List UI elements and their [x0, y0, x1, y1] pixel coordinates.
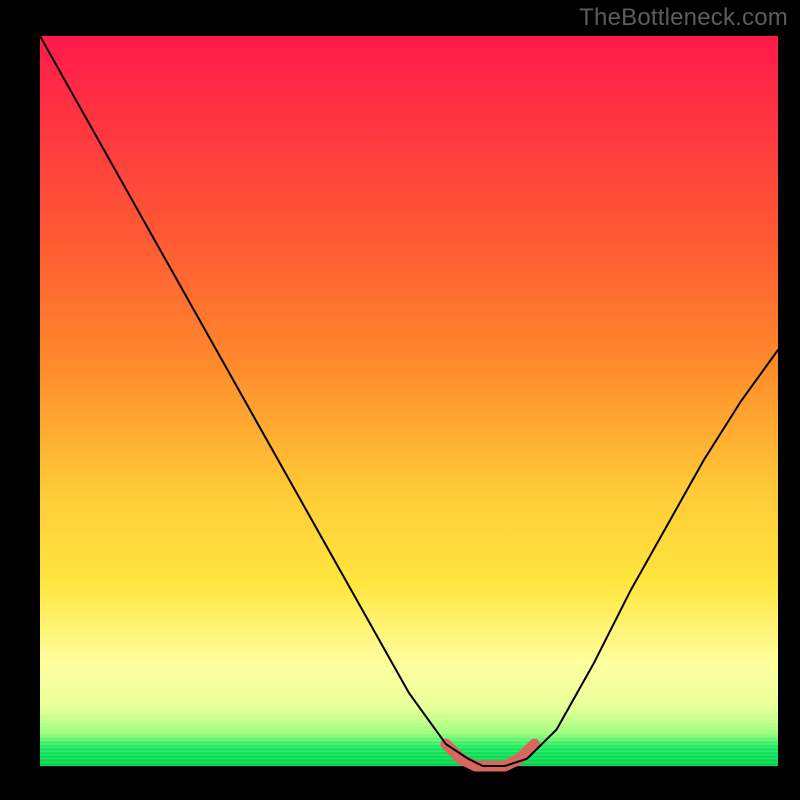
- watermark-label: TheBottleneck.com: [579, 4, 788, 32]
- chart-frame: TheBottleneck.com: [0, 0, 800, 800]
- plot-background: [40, 36, 778, 766]
- chart-svg: [0, 0, 800, 800]
